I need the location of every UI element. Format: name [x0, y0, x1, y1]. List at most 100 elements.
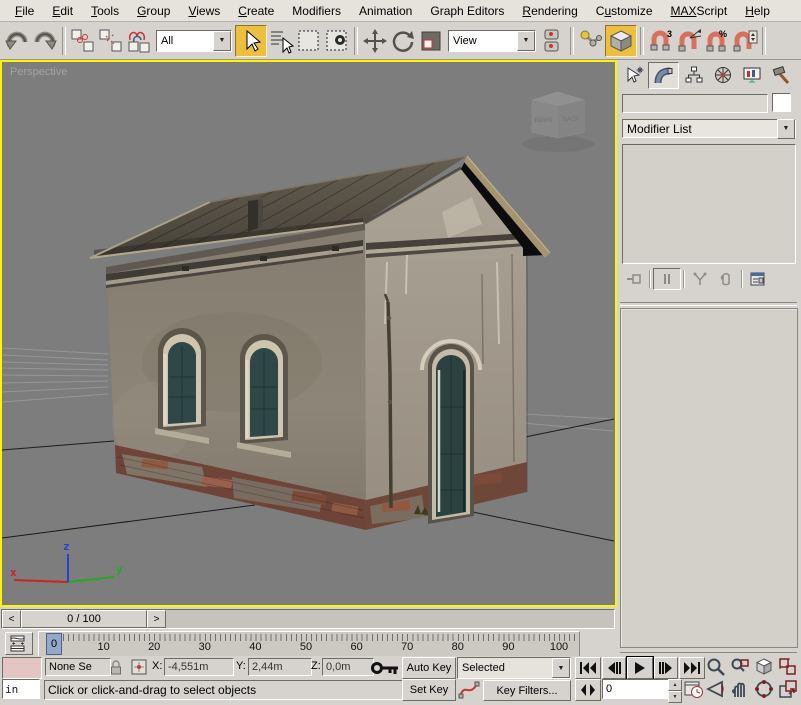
reference-coordinate-dropdown[interactable]: View ▼ [448, 30, 536, 52]
y-coordinate-field[interactable]: 2,44m [248, 658, 312, 676]
time-configuration-button[interactable] [684, 679, 704, 704]
show-end-result-button[interactable] [653, 268, 681, 290]
select-and-scale-button[interactable] [417, 26, 445, 56]
min-max-toggle-button[interactable] [778, 679, 798, 704]
tab-display[interactable] [737, 62, 766, 87]
make-unique-button[interactable] [687, 269, 713, 289]
select-and-link-button[interactable] [69, 26, 97, 56]
open-mini-curve-editor-button[interactable] [5, 632, 33, 655]
spinner-snap-toggle-button[interactable] [731, 26, 759, 56]
play-animation-button[interactable] [627, 657, 653, 679]
redo-button[interactable] [31, 26, 59, 56]
angle-snap-toggle-button[interactable] [675, 26, 703, 56]
zoom-magnifier-icon [706, 657, 726, 677]
modifier-list-dropdown[interactable]: Modifier List ▼ [622, 119, 796, 138]
key-mode-dropdown[interactable]: Selected ▼ [457, 657, 571, 679]
unlink-selection-button[interactable] [97, 26, 125, 56]
x-coordinate-field[interactable]: -4,551m [164, 658, 234, 676]
configure-modifier-sets-button[interactable] [745, 269, 771, 289]
current-frame-marker[interactable]: 0 [46, 633, 62, 655]
set-key-button[interactable]: Set Key [402, 679, 456, 701]
menu-edit[interactable]: Edit [43, 2, 82, 20]
arc-rotate-button[interactable] [754, 679, 774, 704]
menu-help[interactable]: Help [736, 2, 779, 20]
viewport-canvas[interactable]: RIGHT BACK x y z [2, 62, 615, 605]
remove-modifier-button[interactable] [713, 269, 739, 289]
selection-lock-toggle[interactable] [108, 658, 124, 681]
select-and-move-button[interactable] [361, 26, 389, 56]
tab-motion[interactable] [708, 62, 737, 87]
selection-filter-dropdown[interactable]: All ▼ [156, 30, 232, 52]
zoom-extents-all-icon [778, 657, 798, 677]
bind-to-space-warp-button[interactable] [125, 26, 153, 56]
tab-hierarchy[interactable] [679, 62, 708, 87]
tab-utilities[interactable] [766, 62, 795, 87]
select-object-button[interactable] [235, 25, 267, 57]
z-coordinate-field[interactable]: 0,0m [322, 658, 374, 676]
object-name-field[interactable] [622, 94, 768, 113]
select-and-rotate-button[interactable] [389, 26, 417, 56]
rectangular-selection-region-button[interactable] [295, 26, 323, 56]
menu-group[interactable]: Group [128, 2, 179, 20]
manipulate-icon [579, 29, 603, 53]
undo-button[interactable] [3, 26, 31, 56]
house-model[interactable] [90, 156, 550, 530]
macro-recorder-pane[interactable] [2, 657, 42, 679]
window-crossing-toggle-button[interactable] [323, 26, 351, 56]
menu-tools[interactable]: Tools [82, 2, 128, 20]
toolbar-separator [62, 27, 66, 55]
select-cursor-icon [240, 29, 262, 53]
maxscript-mini-listener[interactable]: in [2, 679, 40, 699]
trackbar-label: 30 [199, 641, 211, 653]
previous-frame-button[interactable] [602, 657, 626, 679]
chevron-down-icon[interactable]: ▼ [777, 119, 795, 139]
tab-create[interactable] [619, 62, 648, 87]
menu-graph-editors[interactable]: Graph Editors [421, 2, 513, 20]
menu-modifiers[interactable]: Modifiers [283, 2, 350, 20]
next-frame-slider-button[interactable]: > [147, 610, 166, 628]
menu-views[interactable]: Views [179, 2, 229, 20]
current-frame-field[interactable]: 0 [602, 679, 672, 699]
pin-stack-button[interactable] [621, 269, 647, 289]
key-filters-button[interactable]: Key Filters... [483, 680, 571, 701]
perspective-viewport[interactable]: RIGHT BACK x y z [0, 60, 617, 607]
keyboard-shortcut-override-toggle[interactable] [605, 25, 637, 57]
viewport-label[interactable]: Perspective [10, 66, 67, 78]
next-frame-button[interactable] [654, 657, 678, 679]
go-to-end-button[interactable] [679, 657, 705, 679]
track-bar: 0 0102030405060708090100 [0, 630, 617, 656]
menu-maxscript[interactable]: MAXScript [662, 2, 737, 20]
pan-view-button[interactable] [730, 679, 750, 704]
spinner-up-icon[interactable]: ▲ [668, 679, 682, 691]
snaps-toggle-button[interactable]: 3 [647, 26, 675, 56]
key-mode-toggle-button[interactable] [575, 679, 601, 701]
viewcube[interactable]: RIGHT BACK [522, 92, 594, 152]
chevron-down-icon[interactable]: ▼ [552, 658, 570, 678]
tab-modify[interactable] [648, 62, 679, 89]
go-to-start-button[interactable] [575, 657, 601, 679]
frame-spinner[interactable]: ▲▼ [668, 679, 682, 703]
modifier-stack-list[interactable] [622, 144, 796, 264]
object-color-swatch[interactable] [772, 93, 791, 112]
time-slider-handle[interactable]: 0 / 100 [21, 610, 147, 628]
use-pivot-point-center-button[interactable] [539, 26, 567, 56]
field-of-view-button[interactable] [706, 679, 726, 704]
menu-create[interactable]: Create [229, 2, 283, 20]
menu-file[interactable]: File [6, 2, 43, 20]
auto-key-button[interactable]: Auto Key [402, 657, 456, 679]
menu-animation[interactable]: Animation [350, 2, 421, 20]
previous-frame-slider-button[interactable]: < [2, 610, 21, 628]
select-and-manipulate-button[interactable] [577, 26, 605, 56]
chevron-down-icon[interactable]: ▼ [213, 31, 231, 51]
trackbar-ruler[interactable]: 0 0102030405060708090100 [38, 631, 580, 657]
menu-customize[interactable]: Customize [587, 2, 662, 20]
absolute-offset-mode-toggle[interactable] [130, 658, 148, 681]
menu-rendering[interactable]: Rendering [513, 2, 586, 20]
chevron-down-icon[interactable]: ▼ [517, 31, 535, 51]
select-by-name-button[interactable] [267, 26, 295, 56]
default-in-out-tangents-button[interactable] [458, 680, 480, 705]
percent-snap-toggle-button[interactable]: % [703, 26, 731, 56]
rollout-area[interactable] [620, 308, 798, 648]
spinner-down-icon[interactable]: ▼ [668, 691, 682, 703]
unlink-icon [98, 28, 124, 54]
